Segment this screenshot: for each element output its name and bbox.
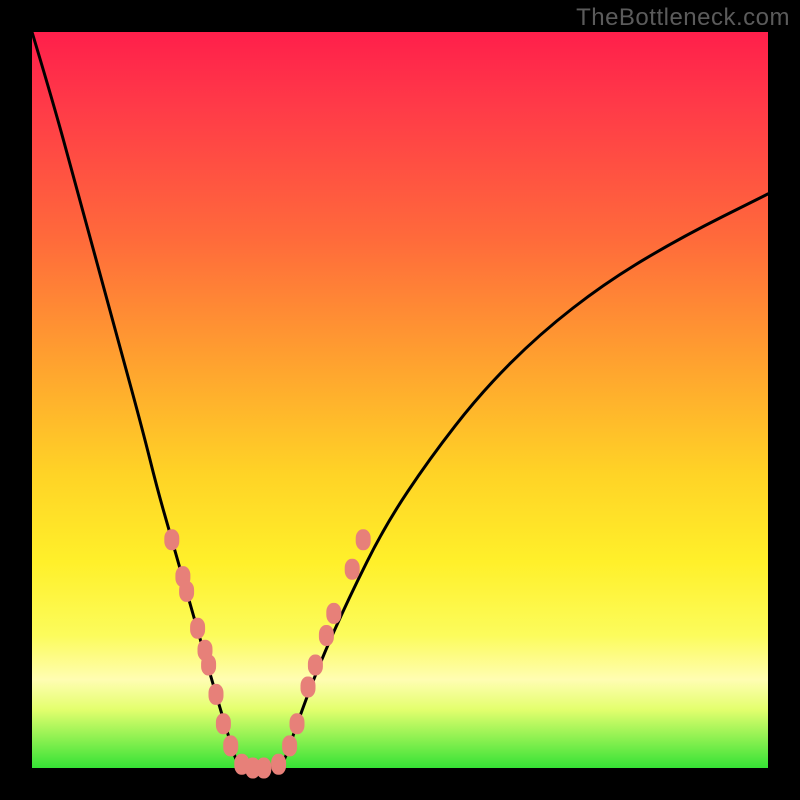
marker-dot (290, 713, 305, 734)
gradient-panel (32, 32, 768, 768)
marker-dot (209, 684, 224, 705)
marker-dot (256, 758, 271, 779)
marker-layer (164, 529, 370, 778)
v-curve-path (32, 32, 768, 768)
marker-dot (308, 655, 323, 676)
marker-dot (319, 625, 334, 646)
marker-dot (271, 754, 286, 775)
marker-dot (179, 581, 194, 602)
marker-dot (301, 677, 316, 698)
marker-dot (190, 618, 205, 639)
marker-dot (345, 559, 360, 580)
marker-dot (164, 529, 179, 550)
marker-dot (201, 655, 216, 676)
watermark-text: TheBottleneck.com (576, 4, 790, 32)
curve-svg (32, 32, 768, 768)
marker-dot (223, 735, 238, 756)
marker-dot (216, 713, 231, 734)
chart-stage: TheBottleneck.com (0, 0, 800, 800)
marker-dot (326, 603, 341, 624)
marker-dot (356, 529, 371, 550)
marker-dot (282, 735, 297, 756)
